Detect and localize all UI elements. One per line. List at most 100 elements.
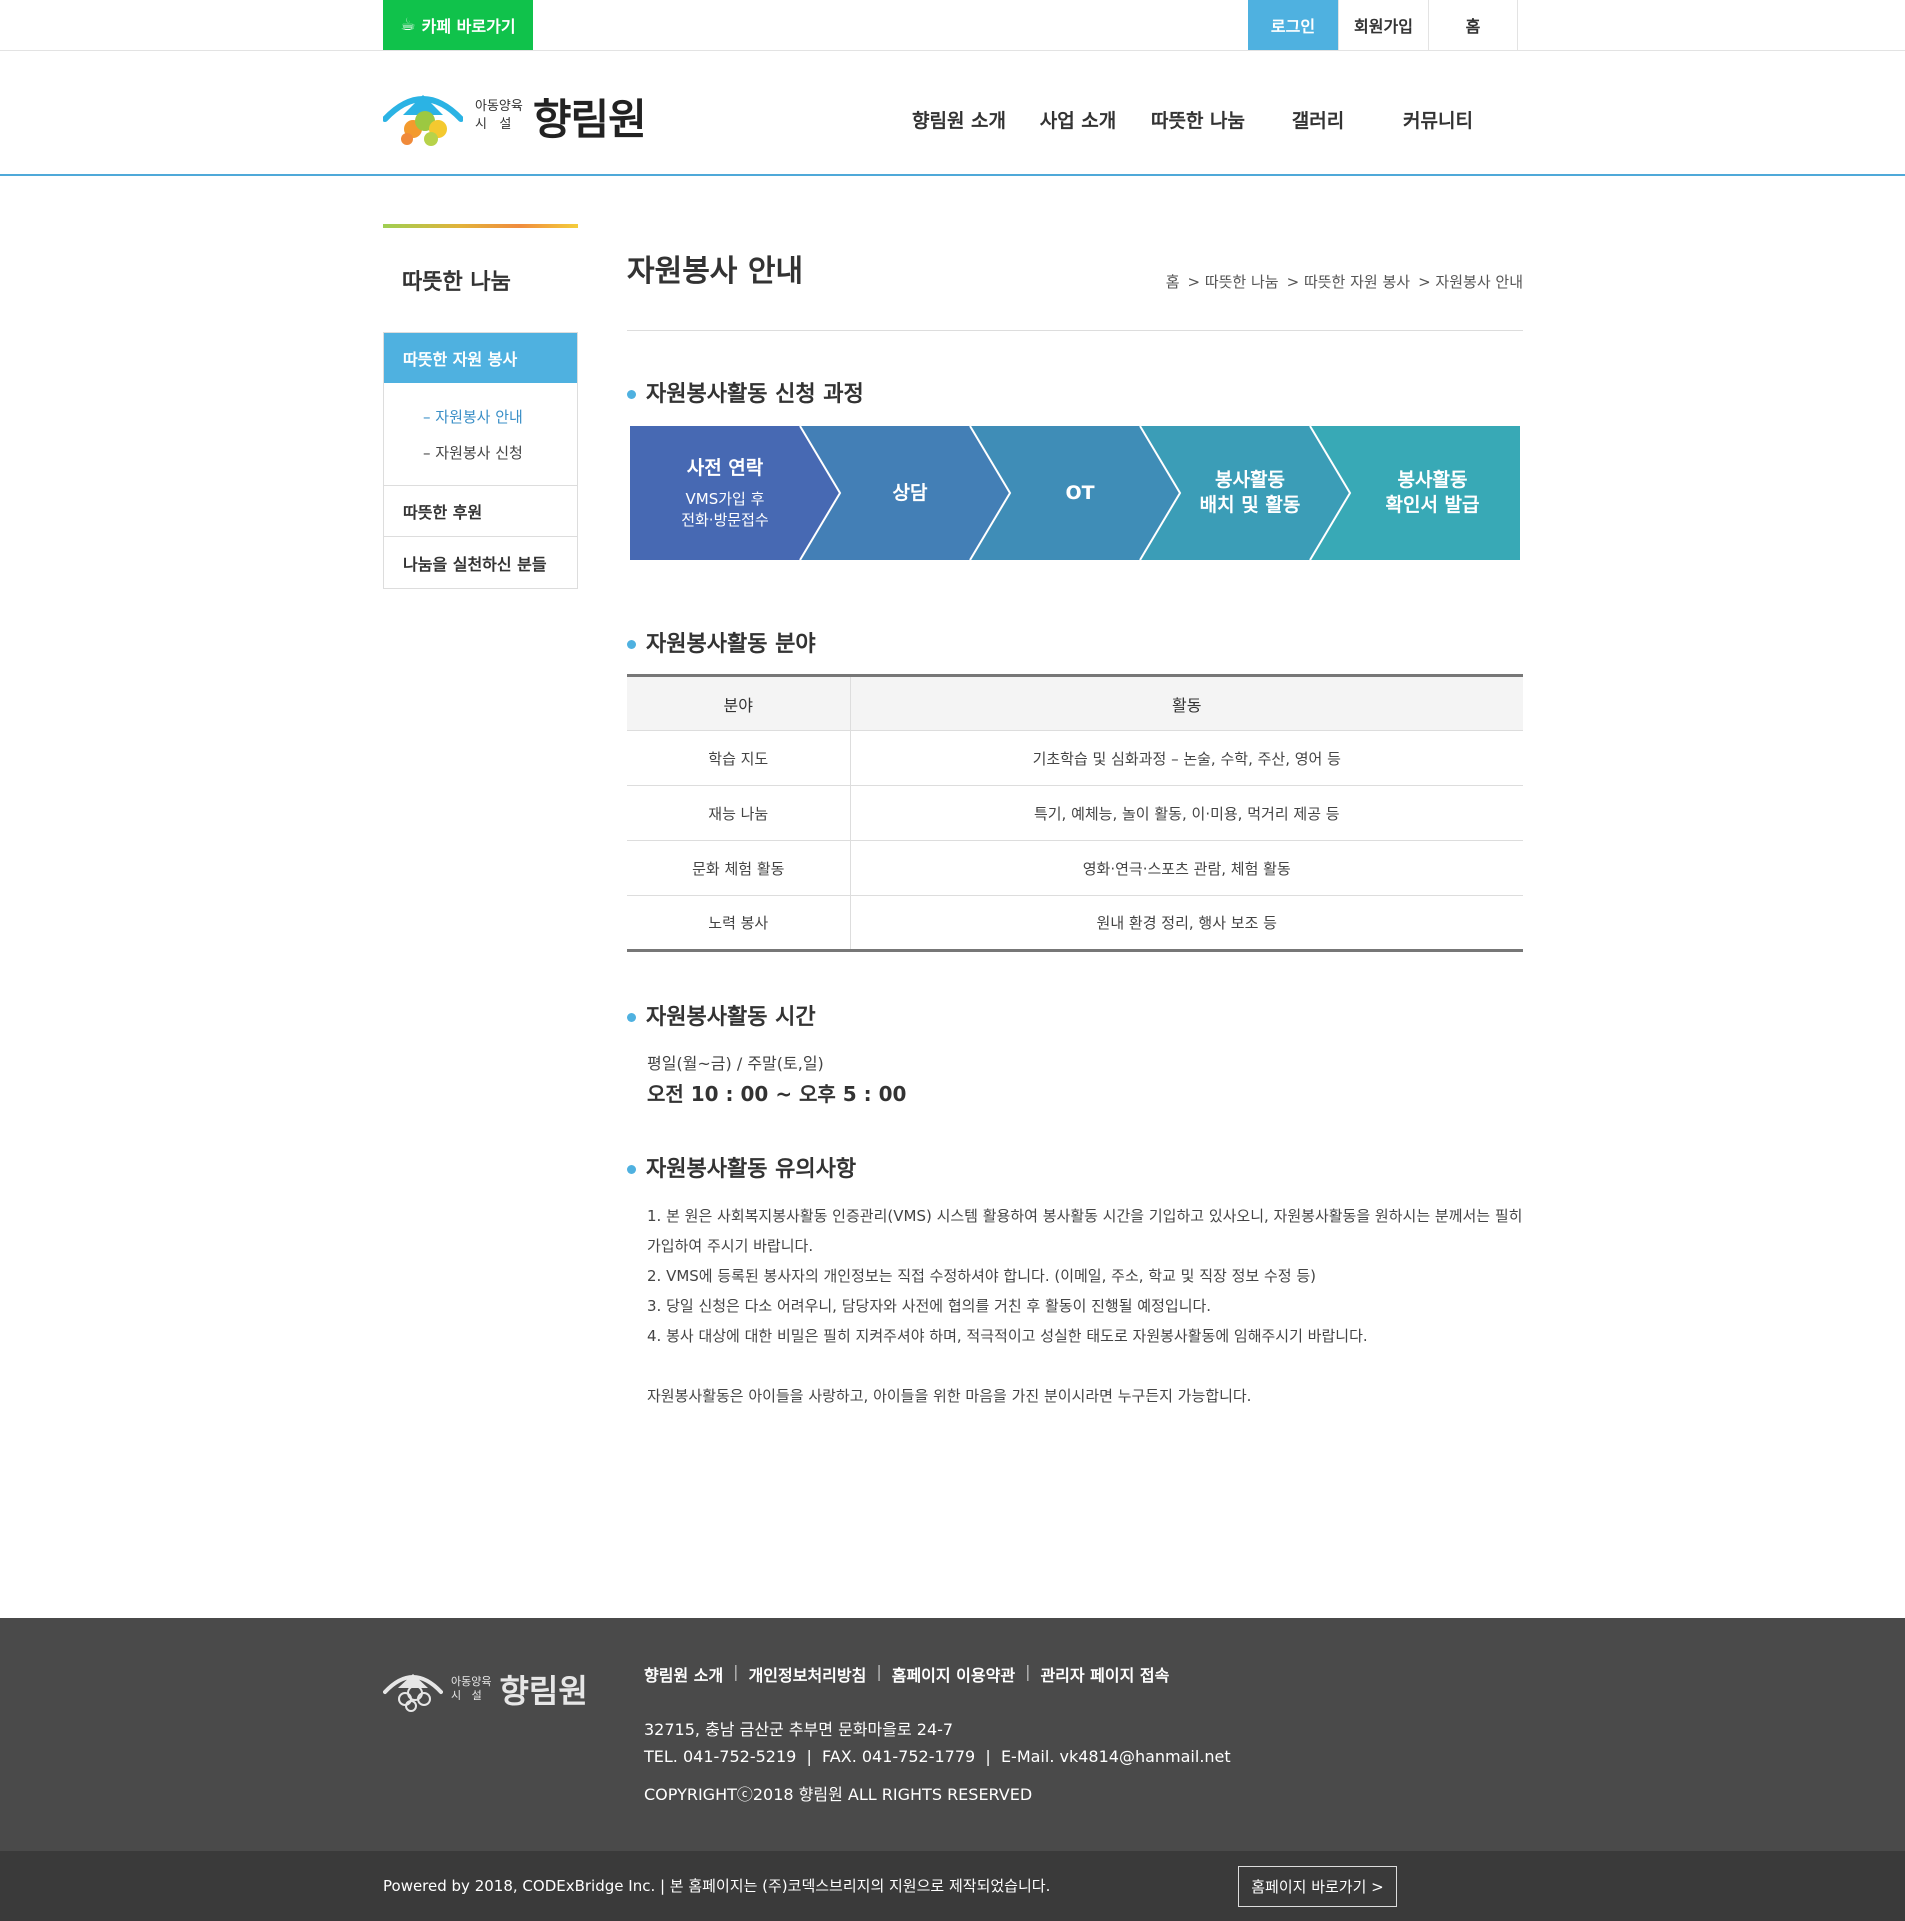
bullet-dot-icon — [627, 1012, 636, 1022]
nav-sharing[interactable]: 따뜻한 나눔 — [1138, 106, 1258, 133]
note-closing: 자원봉사활동은 아이들을 사랑하고, 아이들을 위한 마음을 가진 분이시라면 … — [647, 1387, 1252, 1405]
activity-cell: 영화·연극·스포츠 관람, 체험 활동 — [850, 840, 1523, 896]
note-item: 1. 본 원은 사회복지봉사활동 인증관리(VMS) 시스템 활용하여 봉사활동… — [647, 1207, 1523, 1255]
process-step-4: 봉사활동 배치 및 활동 — [1165, 426, 1335, 560]
breadcrumb-current: > 자원봉사 안내 — [1418, 273, 1523, 291]
bullet-dot-icon — [627, 1164, 636, 1174]
main-navigation: 향림원 소개 사업 소개 따뜻한 나눔 갤러리 커뮤니티 — [900, 106, 1498, 133]
homepage-shortcut-button[interactable]: 홈페이지 바로가기 > — [1238, 1866, 1397, 1907]
site-header: 아동양육 시 설 향림원 향림원 소개 사업 소개 따뜻한 나눔 갤러리 커뮤니… — [0, 51, 1905, 176]
activity-cell: 기초학습 및 심화과정 – 논술, 수학, 주산, 영어 등 — [850, 730, 1523, 786]
sidebar: 따뜻한 나눔 따뜻한 자원 봉사 – 자원봉사 안내 – 자원봉사 신청 따뜻한… — [383, 224, 578, 589]
table-row: 재능 나눔 특기, 예체능, 놀이 활동, 이·미용, 먹거리 제공 등 — [627, 785, 1523, 841]
sidebar-sub-volunteer-apply[interactable]: – 자원봉사 신청 — [423, 435, 577, 471]
table-row: 학습 지도 기초학습 및 심화과정 – 논술, 수학, 주산, 영어 등 — [627, 730, 1523, 786]
footer-logo: 아동양육 시 설 향림원 — [383, 1666, 588, 1712]
activity-cell: 원내 환경 정리, 행사 보조 등 — [1096, 914, 1277, 932]
logo-subtitle: 아동양육 시 설 — [475, 98, 523, 134]
nav-community[interactable]: 커뮤니티 — [1378, 106, 1498, 133]
footer-logo-name: 향림원 — [499, 1672, 588, 1710]
process-step-5-title: 봉사활동 확인서 발급 — [1385, 469, 1480, 516]
process-step-5: 봉사활동 확인서 발급 — [1345, 426, 1520, 560]
process-step-3-title: OT — [1065, 481, 1095, 504]
fields-title-text: 자원봉사활동 분야 — [646, 632, 816, 657]
footer-links: 향림원 소개 | 개인정보처리방침 | 홈페이지 이용약관 | 관리자 페이지 … — [644, 1662, 1169, 1686]
process-step-3: OT — [995, 426, 1165, 560]
sidebar-title: 따뜻한 나눔 — [402, 270, 511, 295]
breadcrumb-volunteer[interactable]: > 따뜻한 자원 봉사 — [1287, 271, 1410, 292]
coffee-cup-icon: ☕ — [400, 15, 416, 35]
fields-section-title: 자원봉사활동 분야 — [627, 626, 816, 658]
table-row: 문화 체험 활동 영화·연극·스포츠 관람, 체험 활동 — [627, 840, 1523, 896]
footer-address: 32715, 충남 금산군 추부면 문화마을로 24-7 — [644, 1720, 954, 1739]
join-link[interactable]: 회원가입 — [1338, 0, 1428, 50]
footer-link-separator: | — [1025, 1662, 1031, 1681]
process-step-2-title: 상담 — [892, 481, 928, 504]
cafe-link-button[interactable]: ☕ 카페 바로가기 — [383, 0, 533, 50]
time-section-title: 자원봉사활동 시간 — [627, 999, 816, 1031]
table-row: 노력 봉사 원내 환경 정리, 행사 보조 등 — [627, 895, 1523, 951]
process-step-4-title: 봉사활동 배치 및 활동 — [1199, 469, 1301, 516]
process-step-1: 사전 연락 VMS가입 후 전화·방문접수 — [630, 426, 820, 560]
nav-gallery[interactable]: 갤러리 — [1258, 106, 1378, 133]
sidebar-item-donation[interactable]: 따뜻한 후원 — [384, 486, 577, 537]
process-step-2: 상담 — [825, 426, 995, 560]
logo-subtitle-line2: 시 설 — [475, 117, 512, 132]
notes-section-title: 자원봉사활동 유의사항 — [627, 1151, 856, 1183]
footer-link-privacy[interactable]: 개인정보처리방침 — [749, 1662, 867, 1686]
column-header-field: 분야 — [627, 675, 851, 731]
footer-link-terms[interactable]: 홈페이지 이용약관 — [892, 1662, 1015, 1686]
home-link[interactable]: 홈 — [1428, 0, 1518, 50]
footer-copyright: COPYRIGHTⓒ2018 향림원 ALL RIGHTS RESERVED — [644, 1785, 1033, 1804]
top-utility-bar: ☕ 카페 바로가기 로그인 회원가입 홈 — [0, 0, 1905, 51]
fields-table: 분야 활동 학습 지도 기초학습 및 심화과정 – 논술, 수학, 주산, 영어… — [627, 674, 1523, 952]
footer-link-separator: | — [876, 1662, 882, 1681]
time-title-text: 자원봉사활동 시간 — [646, 1005, 816, 1030]
notes-list: 1. 본 원은 사회복지봉사활동 인증관리(VMS) 시스템 활용하여 봉사활동… — [647, 1201, 1523, 1411]
field-cell: 문화 체험 활동 — [627, 840, 851, 896]
powered-by-text: Powered by 2018, CODExBridge Inc. | 본 홈페… — [383, 1877, 1051, 1895]
house-flower-logo-icon — [383, 95, 463, 146]
top-links: 로그인 회원가입 홈 — [1248, 0, 1518, 50]
footer-link-about[interactable]: 향림원 소개 — [644, 1662, 723, 1686]
sidebar-item-volunteer[interactable]: 따뜻한 자원 봉사 — [384, 333, 577, 383]
footer-link-separator: | — [733, 1662, 739, 1681]
table-header-row: 분야 활동 — [627, 675, 1523, 731]
process-title-text: 자원봉사활동 신청 과정 — [646, 382, 864, 407]
notes-title-text: 자원봉사활동 유의사항 — [646, 1157, 857, 1182]
login-link[interactable]: 로그인 — [1248, 0, 1338, 50]
process-steps: 사전 연락 VMS가입 후 전화·방문접수 상담 OT 봉사활동 배치 및 활동… — [630, 426, 1520, 560]
breadcrumb-home[interactable]: 홈 — [1166, 271, 1180, 292]
breadcrumb-sharing[interactable]: > 따뜻한 나눔 — [1188, 271, 1279, 292]
logo-name: 향림원 — [532, 94, 647, 144]
process-section-title: 자원봉사활동 신청 과정 — [627, 376, 864, 408]
sidebar-item-donors[interactable]: 나눔을 실천하신 분들 — [384, 537, 577, 588]
footer-address-block: 32715, 충남 금산군 추부면 문화마을로 24-7 TEL. 041-75… — [644, 1716, 1231, 1770]
note-item: 3. 당일 신청은 다소 어려우니, 담당자와 사전에 협의를 거친 후 활동이… — [647, 1297, 1212, 1315]
field-cell: 노력 봉사 — [627, 895, 851, 951]
sidebar-menu: 따뜻한 자원 봉사 – 자원봉사 안내 – 자원봉사 신청 따뜻한 후원 나눔을… — [383, 332, 578, 589]
cafe-link-label: 카페 바로가기 — [421, 17, 516, 36]
house-flower-logo-icon — [383, 1674, 443, 1712]
footer-contact: TEL. 041-752-5219 | FAX. 041-752-1779 | … — [644, 1747, 1231, 1766]
footer-logo-subtitle-line1: 아동양육 — [451, 1675, 492, 1688]
logo-subtitle-line1: 아동양육 — [475, 99, 523, 114]
footer-logo-subtitle-line2: 시 설 — [451, 1689, 482, 1702]
field-cell: 학습 지도 — [627, 730, 851, 786]
time-days: 평일(월~금) / 주말(토,일) — [647, 1054, 824, 1073]
field-cell: 재능 나눔 — [627, 785, 851, 841]
time-hours: 오전 10 : 00 ~ 오후 5 : 00 — [647, 1082, 907, 1106]
bullet-dot-icon — [627, 639, 636, 649]
note-item: 2. VMS에 등록된 봉사자의 개인정보는 직접 수정하셔야 합니다. (이메… — [647, 1267, 1316, 1285]
bullet-dot-icon — [627, 389, 636, 399]
footer-link-admin[interactable]: 관리자 페이지 접속 — [1040, 1662, 1169, 1686]
footer-bottom-bar: Powered by 2018, CODExBridge Inc. | 본 홈페… — [0, 1851, 1905, 1921]
note-item: 4. 봉사 대상에 대한 비밀은 필히 지켜주셔야 하며, 적극적이고 성실한 … — [647, 1327, 1368, 1345]
page-title: 자원봉사 안내 — [627, 254, 804, 289]
activity-cell: 특기, 예체능, 놀이 활동, 이·미용, 먹거리 제공 등 — [850, 785, 1523, 841]
nav-about[interactable]: 향림원 소개 — [900, 106, 1018, 133]
site-logo[interactable]: 아동양육 시 설 향림원 — [383, 81, 663, 151]
nav-business[interactable]: 사업 소개 — [1018, 106, 1138, 133]
sidebar-submenu: – 자원봉사 안내 – 자원봉사 신청 — [384, 383, 577, 486]
sidebar-sub-volunteer-info[interactable]: – 자원봉사 안내 — [423, 399, 577, 435]
